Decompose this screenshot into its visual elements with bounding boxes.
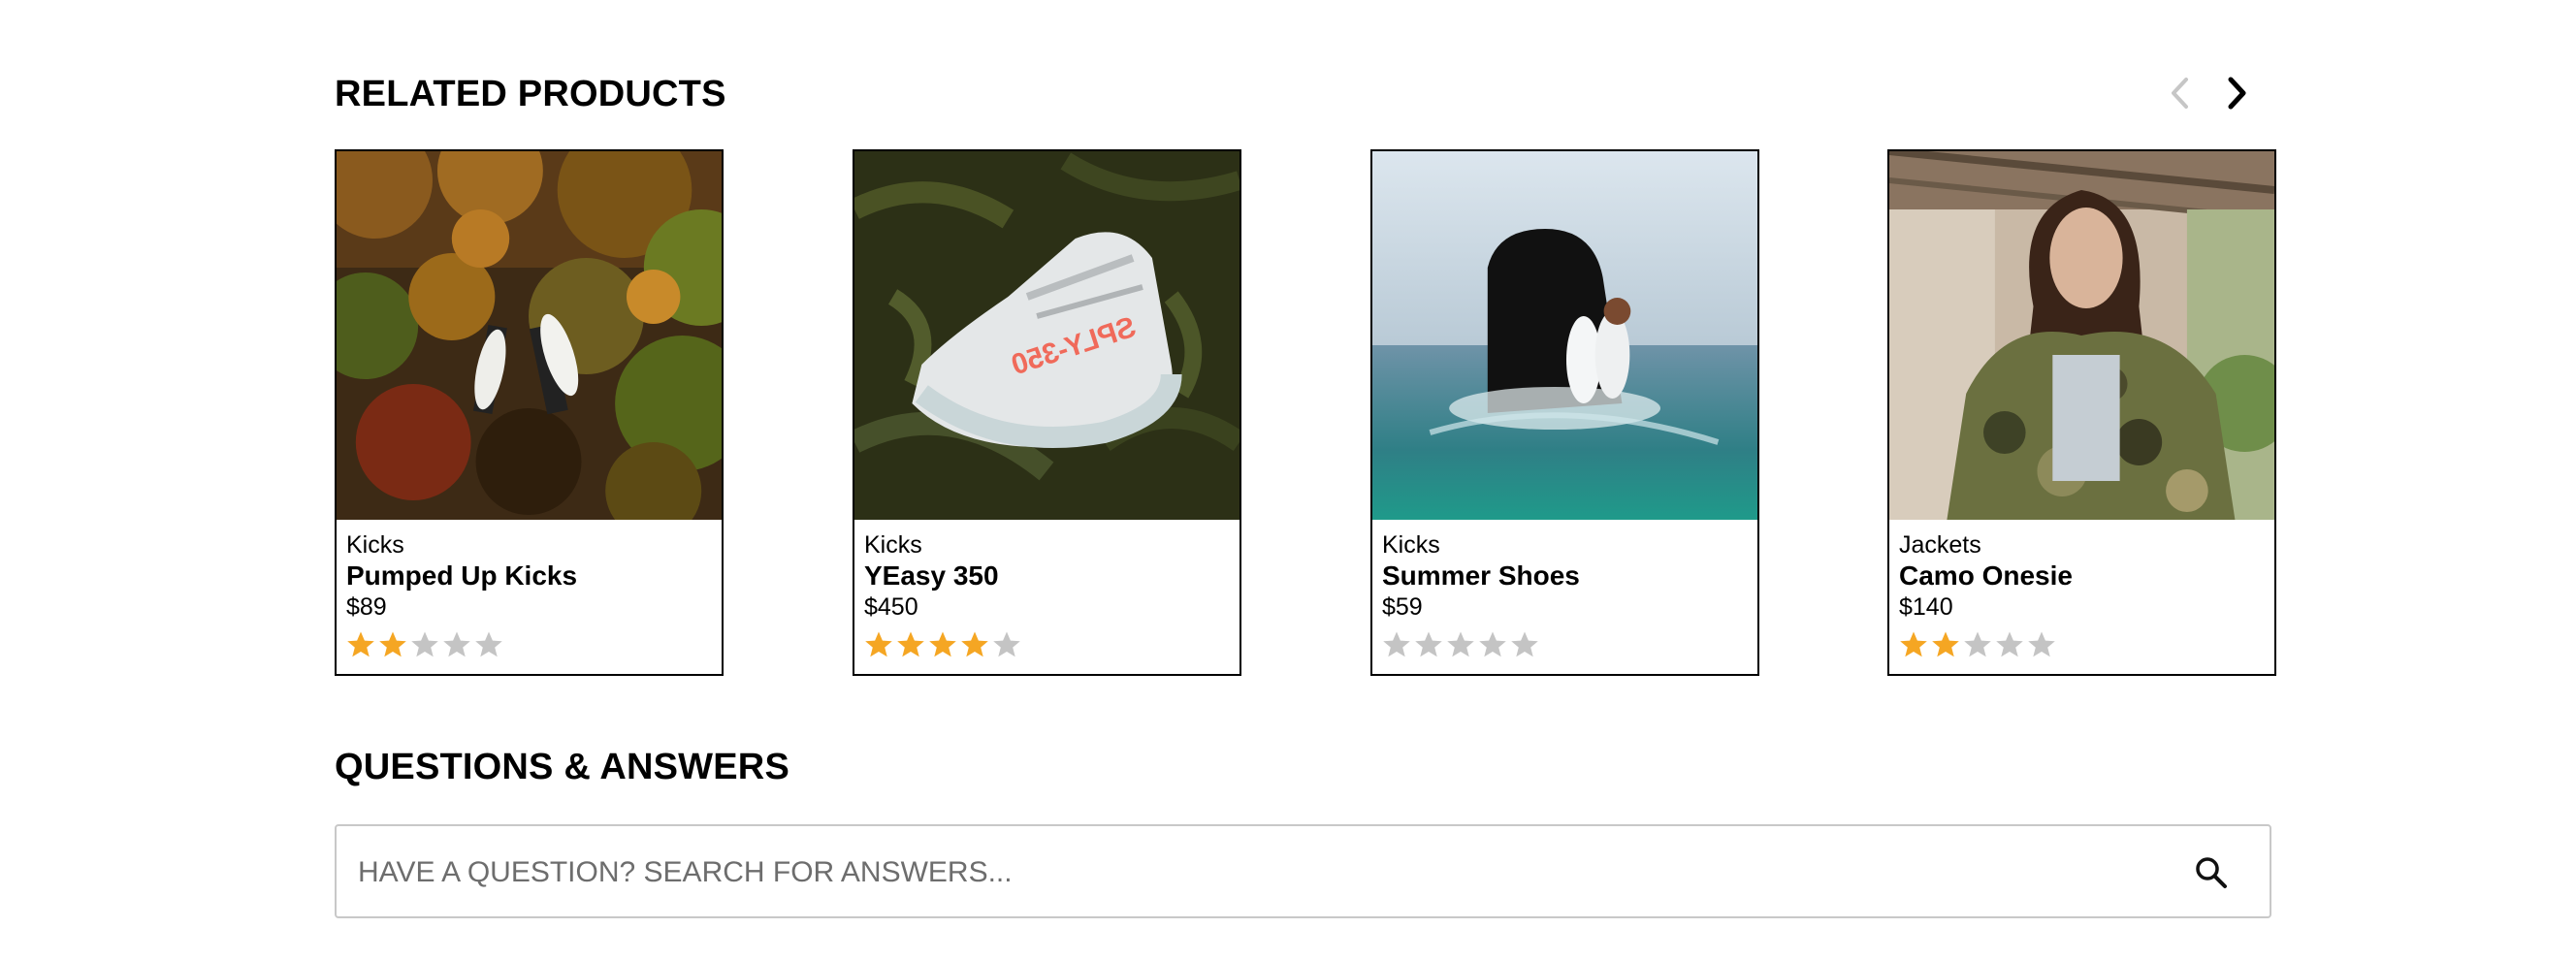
star-filled-icon bbox=[1899, 628, 1931, 661]
product-image-pumped-up-kicks bbox=[337, 151, 722, 520]
star-empty-icon bbox=[1510, 628, 1542, 661]
star-empty-icon bbox=[1446, 628, 1478, 661]
product-price: $89 bbox=[346, 593, 387, 621]
question-search-input[interactable] bbox=[358, 848, 2152, 898]
star-empty-icon bbox=[1995, 628, 2027, 661]
star-empty-icon bbox=[1382, 628, 1414, 661]
star-empty-icon bbox=[1478, 628, 1510, 661]
product-category: Jackets bbox=[1899, 531, 1981, 559]
page: RELATED PRODUCTS Kicks Pumped Up Kicks $… bbox=[0, 0, 2576, 960]
star-filled-icon bbox=[346, 628, 378, 661]
star-empty-icon bbox=[2027, 628, 2059, 661]
product-price: $59 bbox=[1382, 593, 1423, 621]
search-icon[interactable] bbox=[2192, 853, 2231, 892]
star-empty-icon bbox=[410, 628, 442, 661]
star-rating bbox=[864, 628, 1024, 661]
product-card-pumped-up-kicks[interactable]: Kicks Pumped Up Kicks $89 bbox=[335, 149, 724, 676]
star-filled-icon bbox=[1931, 628, 1963, 661]
product-name: Pumped Up Kicks bbox=[346, 560, 578, 591]
product-category: Kicks bbox=[346, 531, 404, 559]
star-filled-icon bbox=[928, 628, 960, 661]
carousel-prev-button[interactable] bbox=[2159, 74, 2202, 116]
product-image-summer-shoes bbox=[1372, 151, 1757, 520]
carousel-next-button[interactable] bbox=[2215, 74, 2258, 116]
star-filled-icon bbox=[896, 628, 928, 661]
product-price: $140 bbox=[1899, 593, 1953, 621]
product-price: $450 bbox=[864, 593, 918, 621]
product-name: Summer Shoes bbox=[1382, 560, 1580, 591]
star-empty-icon bbox=[474, 628, 506, 661]
product-name: YEasy 350 bbox=[864, 560, 999, 591]
star-rating bbox=[1899, 628, 2059, 661]
star-empty-icon bbox=[442, 628, 474, 661]
product-card-summer-shoes[interactable]: Kicks Summer Shoes $59 bbox=[1370, 149, 1759, 676]
product-category: Kicks bbox=[864, 531, 922, 559]
product-image-camo-onesie bbox=[1889, 151, 2274, 520]
questions-answers-title: QUESTIONS & ANSWERS bbox=[335, 747, 789, 787]
star-filled-icon bbox=[378, 628, 410, 661]
related-products-title: RELATED PRODUCTS bbox=[335, 74, 726, 114]
product-image-yeasy-350: SPLY-350 bbox=[854, 151, 1240, 520]
question-search-box bbox=[335, 824, 2271, 918]
chevron-left-icon bbox=[2166, 75, 2195, 116]
star-filled-icon bbox=[960, 628, 992, 661]
star-empty-icon bbox=[1963, 628, 1995, 661]
product-card-yeasy-350[interactable]: SPLY-350 Kicks YEasy 350 $450 bbox=[853, 149, 1241, 676]
product-category: Kicks bbox=[1382, 531, 1440, 559]
star-filled-icon bbox=[864, 628, 896, 661]
product-name: Camo Onesie bbox=[1899, 560, 2073, 591]
chevron-right-icon bbox=[2222, 75, 2251, 116]
star-rating bbox=[346, 628, 506, 661]
product-card-camo-onesie[interactable]: Jackets Camo Onesie $140 bbox=[1887, 149, 2276, 676]
star-rating bbox=[1382, 628, 1542, 661]
star-empty-icon bbox=[1414, 628, 1446, 661]
star-empty-icon bbox=[992, 628, 1024, 661]
